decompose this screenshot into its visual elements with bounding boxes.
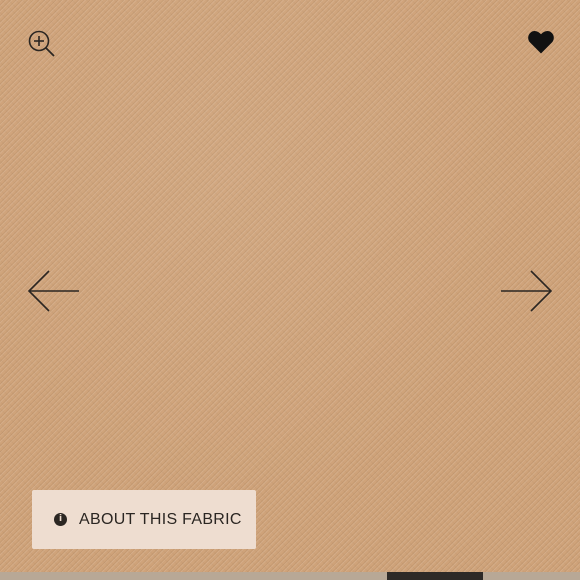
info-icon: i (54, 513, 67, 526)
fabric-viewer: i ABOUT THIS FABRIC (0, 0, 580, 580)
zoom-button[interactable] (26, 28, 58, 60)
previous-image-button[interactable] (24, 266, 82, 316)
thumbnail-active[interactable] (387, 572, 483, 580)
arrow-right-icon (501, 270, 553, 312)
arrow-left-icon (27, 270, 79, 312)
favorite-button[interactable] (524, 26, 558, 58)
about-fabric-label: ABOUT THIS FABRIC (79, 510, 242, 528)
next-image-button[interactable] (498, 266, 556, 316)
about-fabric-button[interactable]: i ABOUT THIS FABRIC (32, 490, 256, 549)
heart-icon (528, 31, 554, 54)
fabric-image (0, 0, 580, 572)
zoom-in-icon (28, 30, 55, 57)
thumbnail-strip[interactable] (0, 572, 580, 580)
